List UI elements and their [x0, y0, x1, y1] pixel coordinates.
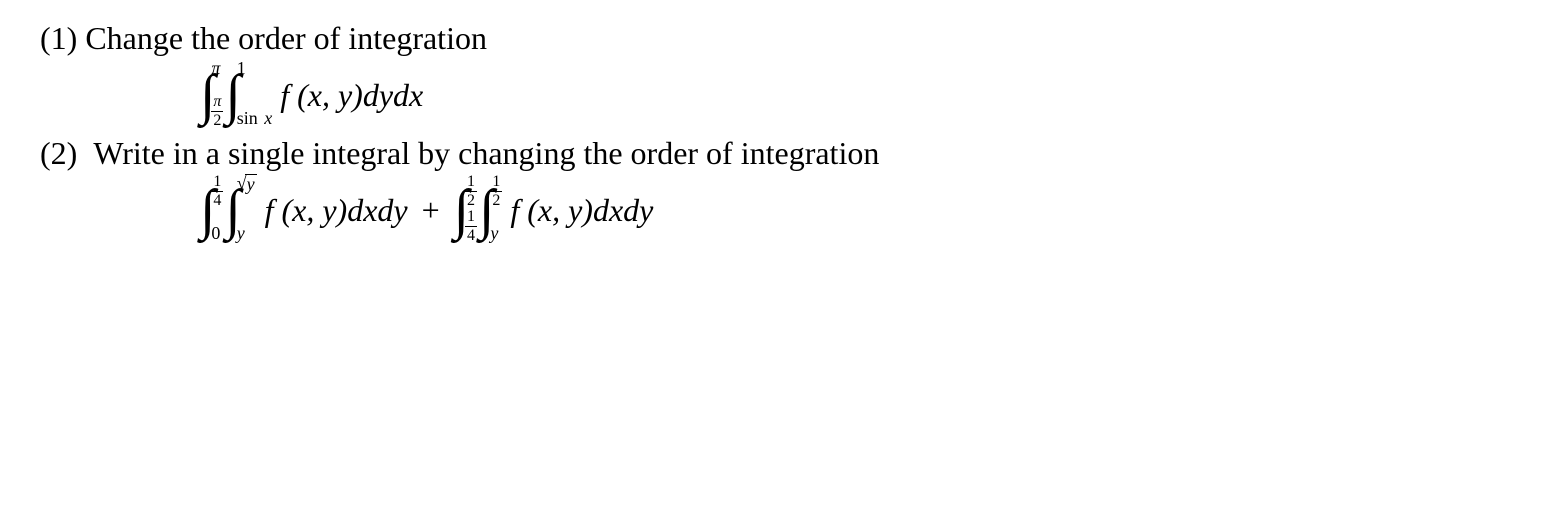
- sqrt-arg: y: [245, 174, 257, 195]
- integral-1-inner: ∫ 1 sin x: [225, 65, 272, 125]
- problem-1-formula: ∫ π π 2 ∫ 1 sin x: [200, 65, 1523, 125]
- integral-sign: ∫: [225, 182, 240, 238]
- problem-2: (2) Write in a single integral by changi…: [40, 135, 1523, 240]
- int2-lower-var: x: [264, 108, 272, 128]
- problem-2-prompt-line: (2) Write in a single integral by changi…: [40, 135, 1523, 172]
- term2-integral-inner: ∫ 1 2 y: [479, 180, 502, 240]
- int2-lower: sin x: [237, 109, 273, 129]
- problem-2-formula: ∫ 1 4 0 ∫ √ y: [200, 180, 1523, 240]
- problem-1: (1) Change the order of integration ∫ π …: [40, 20, 1523, 125]
- term1-integrand: f (x, y)dxdy: [265, 192, 408, 229]
- problem-2-prompt: Write in a single integral by changing t…: [93, 135, 879, 171]
- problem-1-label: (1): [40, 20, 77, 56]
- integral-sign: ∫: [200, 182, 215, 238]
- integral-sign: ∫: [479, 182, 494, 238]
- term1-integral-outer: ∫ 1 4 0: [200, 180, 223, 240]
- integrand-1: f (x, y)dydx: [280, 77, 423, 114]
- integral-sign: ∫: [225, 67, 240, 123]
- integral-1-outer: ∫ π π 2: [200, 65, 223, 125]
- problem-1-prompt-line: (1) Change the order of integration: [40, 20, 1523, 57]
- term2-integral-outer: ∫ 1 2 1 4: [454, 180, 477, 240]
- problem-2-label: (2): [40, 135, 77, 171]
- integral-sign: ∫: [454, 182, 469, 238]
- integral-sign: ∫: [200, 67, 215, 123]
- term2-integrand: f (x, y)dxdy: [510, 192, 653, 229]
- integral-2-bounds: 1 sin x: [237, 65, 273, 125]
- plus-sign: +: [422, 192, 440, 229]
- term1-integral-inner: ∫ √ y y: [225, 180, 256, 240]
- problem-1-prompt: Change the order of integration: [85, 20, 487, 56]
